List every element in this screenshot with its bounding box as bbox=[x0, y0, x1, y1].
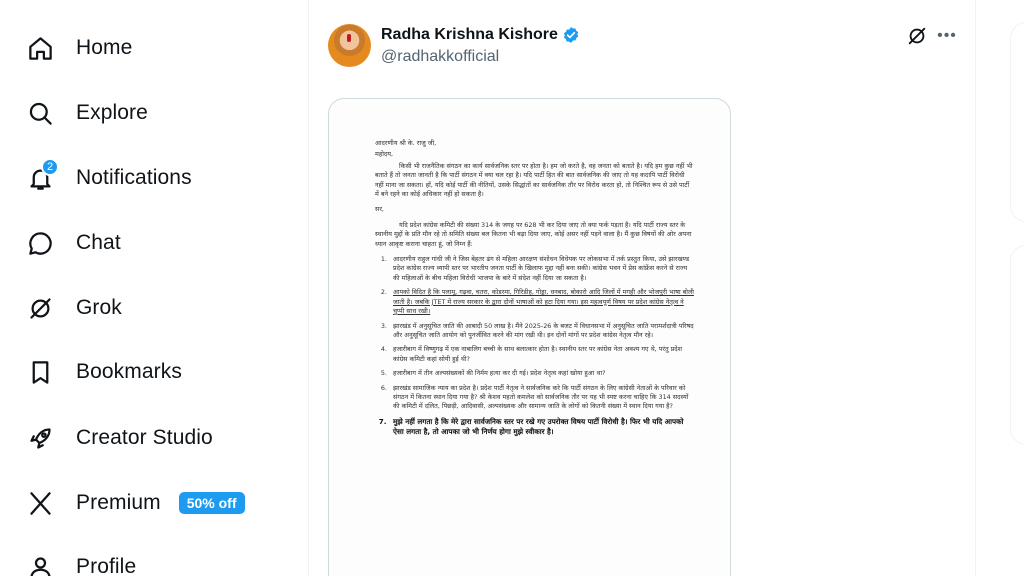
attached-letter-image[interactable]: आदरणीय श्री के. राजु जी, महोदय, किसी भी … bbox=[328, 98, 731, 576]
letter-point: झारखंड सामाजिक न्याय का प्रदेश है। प्रदे… bbox=[389, 384, 695, 412]
nav-label-bookmarks: Bookmarks bbox=[76, 360, 182, 383]
nav-profile[interactable]: Profile bbox=[14, 541, 136, 576]
avatar-detail bbox=[347, 34, 351, 42]
x-logo-icon bbox=[14, 477, 66, 529]
bell-icon: 2 bbox=[14, 152, 66, 204]
author-name[interactable]: Radha Krishna Kishore bbox=[381, 26, 558, 44]
letter-content: आदरणीय श्री के. राजु जी, महोदय, किसी भी … bbox=[375, 139, 695, 442]
nav-label-profile: Profile bbox=[76, 555, 137, 576]
letter-point: हजारीबाग में विष्णुगढ़ में एक नाबालिग बच… bbox=[389, 345, 695, 364]
nav-label-home: Home bbox=[76, 36, 133, 59]
search-icon bbox=[14, 87, 66, 139]
letter-point: हजारीबाग में तीन अल्पसंख्यकों की निर्मम … bbox=[389, 369, 695, 378]
author-handle[interactable]: @radhakkofficial bbox=[381, 48, 499, 66]
letter-point: झारखंड में अनुसूचित जाति की आबादी 50 लाख… bbox=[389, 322, 695, 341]
nav-premium[interactable]: Premium 50% off bbox=[14, 477, 245, 529]
more-options-button[interactable]: ••• bbox=[936, 25, 958, 47]
nav-label-premium: Premium bbox=[76, 491, 161, 514]
chat-icon bbox=[14, 217, 66, 269]
letter-paragraph: किसी भी राजनैतिक संगठन का कार्य सार्वजनि… bbox=[375, 161, 693, 199]
right-sidebar-card bbox=[1010, 245, 1024, 445]
letter-salutation: आदरणीय श्री के. राजु जी, bbox=[375, 139, 437, 147]
premium-discount-badge[interactable]: 50% off bbox=[178, 492, 245, 514]
avatar[interactable] bbox=[328, 24, 371, 67]
nav-grok[interactable]: Grok bbox=[14, 282, 122, 334]
nav-label-explore: Explore bbox=[76, 101, 148, 124]
letter-greeting: महोदय, bbox=[375, 150, 394, 159]
grok-explain-button[interactable] bbox=[906, 25, 928, 47]
main-column-border-right bbox=[975, 0, 976, 576]
nav-label-chat: Chat bbox=[76, 231, 121, 254]
sidebar-nav: Home Explore 2 Notifications Chat Grok B… bbox=[0, 0, 300, 576]
nav-label-grok: Grok bbox=[76, 296, 122, 319]
rocket-icon bbox=[14, 412, 66, 464]
letter-point: आदरणीय राहुल गांधी जी ने जिस बेहतर ढंग स… bbox=[389, 255, 695, 283]
main-column-border-left bbox=[308, 0, 309, 576]
person-icon bbox=[14, 541, 66, 576]
nav-explore[interactable]: Explore bbox=[14, 87, 148, 139]
nav-label-notifications: Notifications bbox=[76, 166, 192, 189]
nav-bookmarks[interactable]: Bookmarks bbox=[14, 346, 182, 398]
verified-badge-icon bbox=[563, 27, 579, 43]
nav-chat[interactable]: Chat bbox=[14, 217, 121, 269]
grok-icon bbox=[14, 282, 66, 334]
bookmark-icon bbox=[14, 346, 66, 398]
grok-icon bbox=[908, 27, 926, 45]
home-icon bbox=[14, 22, 66, 74]
letter-sir: सर, bbox=[375, 205, 384, 214]
letter-point: आपको विदित है कि पलामू, गढ़वा, चतरा, कोड… bbox=[389, 288, 695, 316]
letter-paragraph: यदि प्रदेश कांग्रेस कमिटी की संख्या 314 … bbox=[375, 220, 692, 248]
nav-creator-studio[interactable]: Creator Studio bbox=[14, 412, 213, 464]
more-dots-icon: ••• bbox=[937, 27, 957, 44]
right-sidebar-card bbox=[1010, 22, 1024, 222]
author-name-row[interactable]: Radha Krishna Kishore bbox=[381, 26, 580, 44]
nav-label-creator-studio: Creator Studio bbox=[76, 426, 213, 449]
letter-points-list: आदरणीय राहुल गांधी जी ने जिस बेहतर ढंग स… bbox=[389, 255, 695, 437]
letter-point: मुझे नहीं लगता है कि मेरे द्वारा सार्वजन… bbox=[389, 417, 695, 437]
nav-home[interactable]: Home bbox=[14, 22, 132, 74]
nav-notifications[interactable]: 2 Notifications bbox=[14, 152, 192, 204]
notification-badge: 2 bbox=[41, 158, 59, 176]
